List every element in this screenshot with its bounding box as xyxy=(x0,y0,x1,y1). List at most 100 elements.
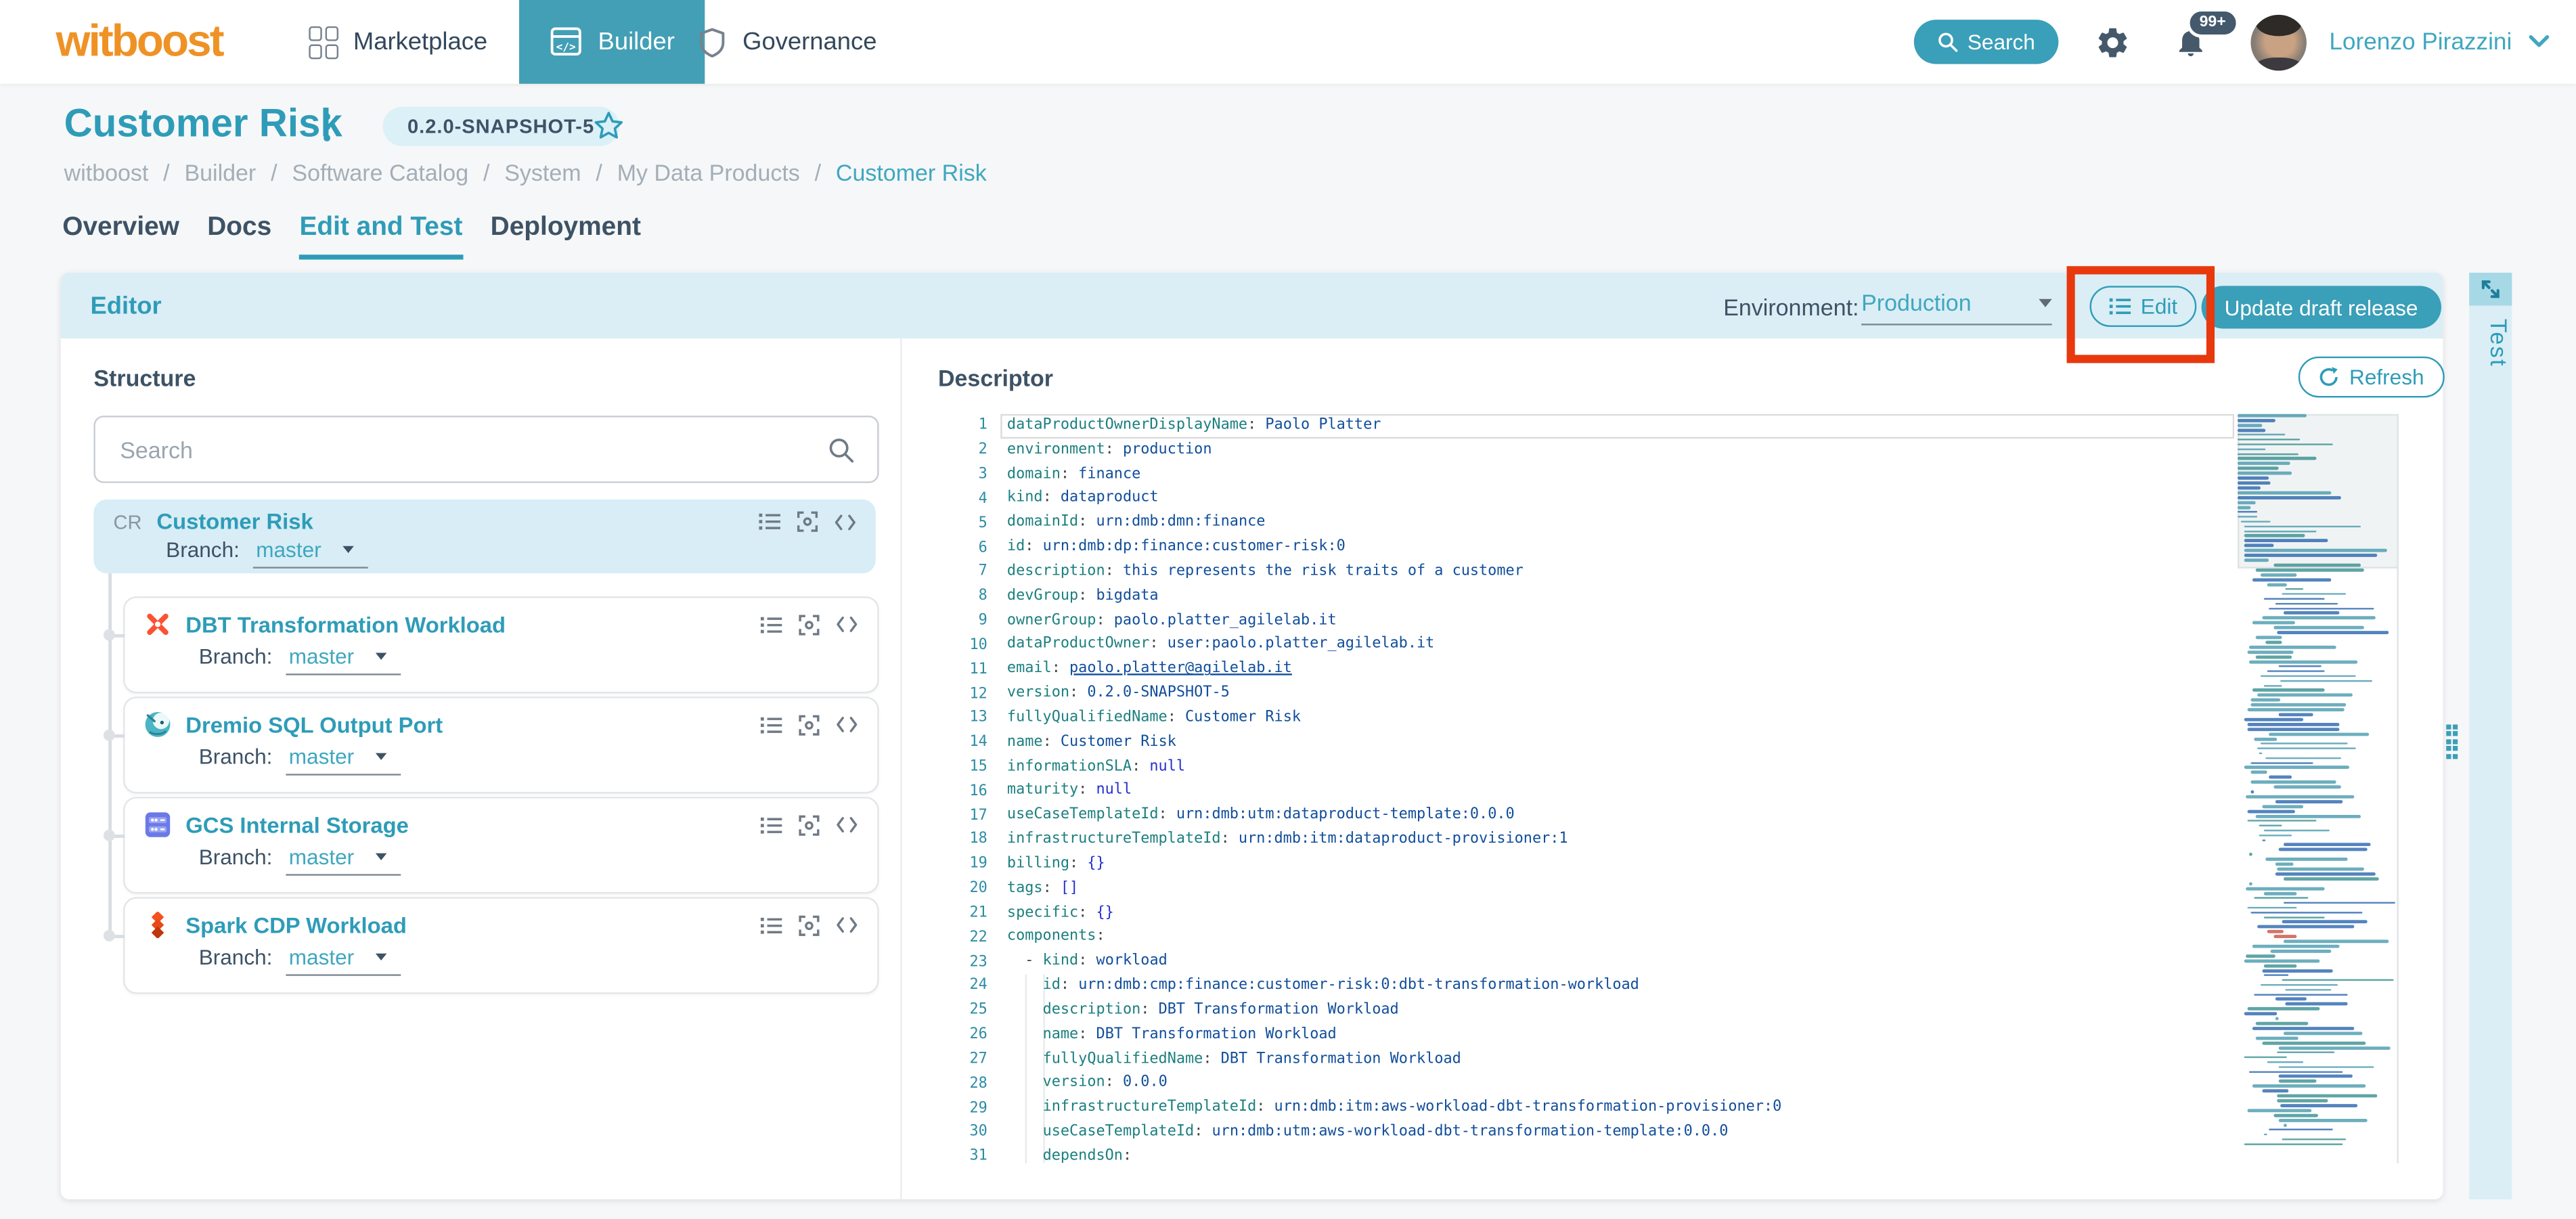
witboost-logo[interactable]: witboost xyxy=(56,16,225,67)
code-line[interactable]: 23 - kind: workload xyxy=(938,950,2234,975)
title-kebab-menu-icon[interactable] xyxy=(324,113,330,141)
code-line[interactable]: 1 dataProductOwnerDisplayName: Paolo Plat… xyxy=(938,414,2235,439)
user-name[interactable]: Lorenzo Pirazzini xyxy=(2329,28,2512,55)
tree-item-dremio-sql-output-port[interactable]: Dremio SQL Output Port Branch: master xyxy=(123,696,879,794)
nav-item-marketplace[interactable]: Marketplace xyxy=(309,0,487,84)
user-avatar[interactable] xyxy=(2250,14,2307,70)
tab-deployment[interactable]: Deployment xyxy=(491,214,641,260)
code-line[interactable]: 29 infrastructureTemplateId: urn:dmb:itm… xyxy=(937,1096,2235,1121)
tree-item-gcs-internal-storage[interactable]: GCS Internal Storage Branch: master xyxy=(123,797,879,894)
structure-search-input[interactable] xyxy=(95,436,828,463)
focus-target-icon[interactable] xyxy=(799,914,820,936)
code-line[interactable]: 28 version: 0.0.0 xyxy=(937,1071,2235,1096)
code-brackets-icon[interactable] xyxy=(836,716,858,732)
component-name[interactable]: DBT Transformation Workload xyxy=(185,612,746,636)
code-line[interactable]: 15 informationSLA: null xyxy=(938,755,2234,780)
tree-item-dbt-transformation-workload[interactable]: DBT Transformation Workload Branch: master xyxy=(123,596,879,694)
code-line[interactable]: 8 devGroup: bigdata xyxy=(938,585,2234,609)
code-line[interactable]: 14 name: Customer Risk xyxy=(938,731,2234,755)
breadcrumb-item[interactable]: System xyxy=(504,159,581,185)
nav-item-builder[interactable]: </> Builder xyxy=(519,0,705,84)
tree-root-customer-risk[interactable]: CR Customer Risk Branch: master xyxy=(93,499,876,574)
code-line[interactable]: 25 description: DBT Transformation Workl… xyxy=(937,998,2235,1023)
component-name[interactable]: Dremio SQL Output Port xyxy=(185,712,746,736)
yaml-code-editor[interactable]: 1 dataProductOwnerDisplayName: Paolo Plat… xyxy=(937,414,2235,1163)
breadcrumb-item[interactable]: My Data Products xyxy=(617,159,800,185)
component-name[interactable]: Spark CDP Workload xyxy=(185,912,746,937)
line-number: 16 xyxy=(969,783,987,800)
expand-panel-button[interactable] xyxy=(2469,272,2512,306)
settings-gear-icon[interactable] xyxy=(2094,24,2130,60)
list-icon[interactable] xyxy=(760,715,782,734)
code-line[interactable]: 5 domainId: urn:dmb:dmn:finance xyxy=(938,512,2234,536)
code-line[interactable]: 17 useCaseTemplateId: urn:dmb:utm:datapro… xyxy=(938,804,2234,828)
breadcrumb-separator: / xyxy=(483,159,490,186)
code-line[interactable]: 30 useCaseTemplateId: urn:dmb:utm:aws-wo… xyxy=(937,1120,2235,1145)
branch-select[interactable]: master xyxy=(252,537,368,569)
code-line[interactable]: 31 dependsOn: xyxy=(937,1145,2235,1163)
focus-target-icon[interactable] xyxy=(797,511,818,533)
code-line[interactable]: 18 infrastructureTemplateId: urn:dmb:itm:… xyxy=(938,828,2234,853)
user-menu-chevron-down-icon[interactable] xyxy=(2529,35,2550,49)
notifications-bell-icon[interactable]: 99+ xyxy=(2173,8,2240,59)
code-line[interactable]: 19 billing: {} xyxy=(938,853,2234,877)
refresh-button-label: Refresh xyxy=(2349,364,2424,390)
minimap-line xyxy=(2257,925,2355,929)
favorite-star-icon[interactable] xyxy=(592,108,626,151)
environment-select[interactable]: Production xyxy=(1861,289,2052,326)
code-line[interactable]: 2 environment: production xyxy=(938,439,2234,463)
code-line[interactable]: 27 fullyQualifiedName: DBT Transformatio… xyxy=(937,1047,2235,1072)
code-brackets-icon[interactable] xyxy=(835,514,856,530)
list-icon[interactable] xyxy=(760,816,782,834)
version-badge: 0.2.0-SNAPSHOT-5 xyxy=(382,106,619,147)
code-line[interactable]: 20 tags: [] xyxy=(938,877,2234,902)
code-brackets-icon[interactable] xyxy=(836,916,858,933)
edit-button[interactable]: Edit xyxy=(2089,286,2198,328)
breadcrumb-item[interactable]: Software Catalog xyxy=(292,159,468,185)
focus-target-icon[interactable] xyxy=(799,814,820,836)
root-name[interactable]: Customer Risk xyxy=(156,509,744,533)
list-icon[interactable] xyxy=(759,512,780,531)
breadcrumb-item[interactable]: witboost xyxy=(64,159,149,185)
refresh-button[interactable]: Refresh xyxy=(2298,356,2444,398)
code-line[interactable]: 7 description: this represents the risk t… xyxy=(938,560,2234,585)
update-draft-release-button[interactable]: Update draft release xyxy=(2201,286,2441,329)
list-icon[interactable] xyxy=(760,916,782,934)
code-line[interactable]: 13 fullyQualifiedName: Customer Risk xyxy=(938,707,2234,731)
tab-docs[interactable]: Docs xyxy=(207,214,271,260)
environment-value: Production xyxy=(1861,289,1972,316)
code-line[interactable]: 12 version: 0.2.0-SNAPSHOT-5 xyxy=(938,682,2234,707)
focus-target-icon[interactable] xyxy=(799,614,820,636)
tree-item-spark-cdp-workload[interactable]: Spark CDP Workload Branch: master xyxy=(123,897,879,994)
nav-item-governance[interactable]: Governance xyxy=(696,0,876,84)
structure-title: Structure xyxy=(93,364,196,391)
branch-select[interactable]: master xyxy=(285,644,401,675)
code-brackets-icon[interactable] xyxy=(836,816,858,833)
code-line[interactable]: 3 domain: finance xyxy=(938,463,2234,487)
code-line[interactable]: 11 email: paolo.platter@agilelab.it xyxy=(938,658,2234,682)
test-panel-tab[interactable]: Test xyxy=(2469,319,2512,368)
code-line[interactable]: 24 id: urn:dmb:cmp:finance:customer-risk… xyxy=(937,974,2235,999)
tab-edit-and-test[interactable]: Edit and Test xyxy=(299,214,463,260)
panel-drag-handle[interactable] xyxy=(2446,724,2459,759)
focus-target-icon[interactable] xyxy=(799,714,820,736)
code-line[interactable]: 9 ownerGroup: paolo.platter_agilelab.it xyxy=(938,609,2234,634)
search-button[interactable]: Search xyxy=(1913,20,2058,64)
code-line[interactable]: 26 name: DBT Transformation Workload xyxy=(937,1023,2235,1048)
code-line[interactable]: 22 components: xyxy=(938,926,2234,950)
code-line[interactable]: 10 dataProductOwner: user:paolo.platter_a… xyxy=(938,634,2234,658)
list-icon[interactable] xyxy=(760,615,782,634)
branch-select[interactable]: master xyxy=(285,845,401,876)
breadcrumb-item[interactable]: Builder xyxy=(184,159,256,185)
branch-select[interactable]: master xyxy=(285,745,401,776)
code-line[interactable]: 16 maturity: null xyxy=(938,780,2234,804)
code-brackets-icon[interactable] xyxy=(836,616,858,632)
code-line[interactable]: 21 specific: {} xyxy=(938,902,2234,926)
breadcrumb-item[interactable]: Customer Risk xyxy=(836,159,987,185)
code-line[interactable]: 4 kind: dataproduct xyxy=(938,487,2234,512)
component-name[interactable]: GCS Internal Storage xyxy=(185,812,746,837)
tab-overview[interactable]: Overview xyxy=(62,214,179,260)
editor-minimap[interactable] xyxy=(2237,414,2399,1163)
branch-select[interactable]: master xyxy=(285,945,401,976)
code-line[interactable]: 6 id: urn:dmb:dp:finance:customer-risk:0 xyxy=(938,536,2234,560)
